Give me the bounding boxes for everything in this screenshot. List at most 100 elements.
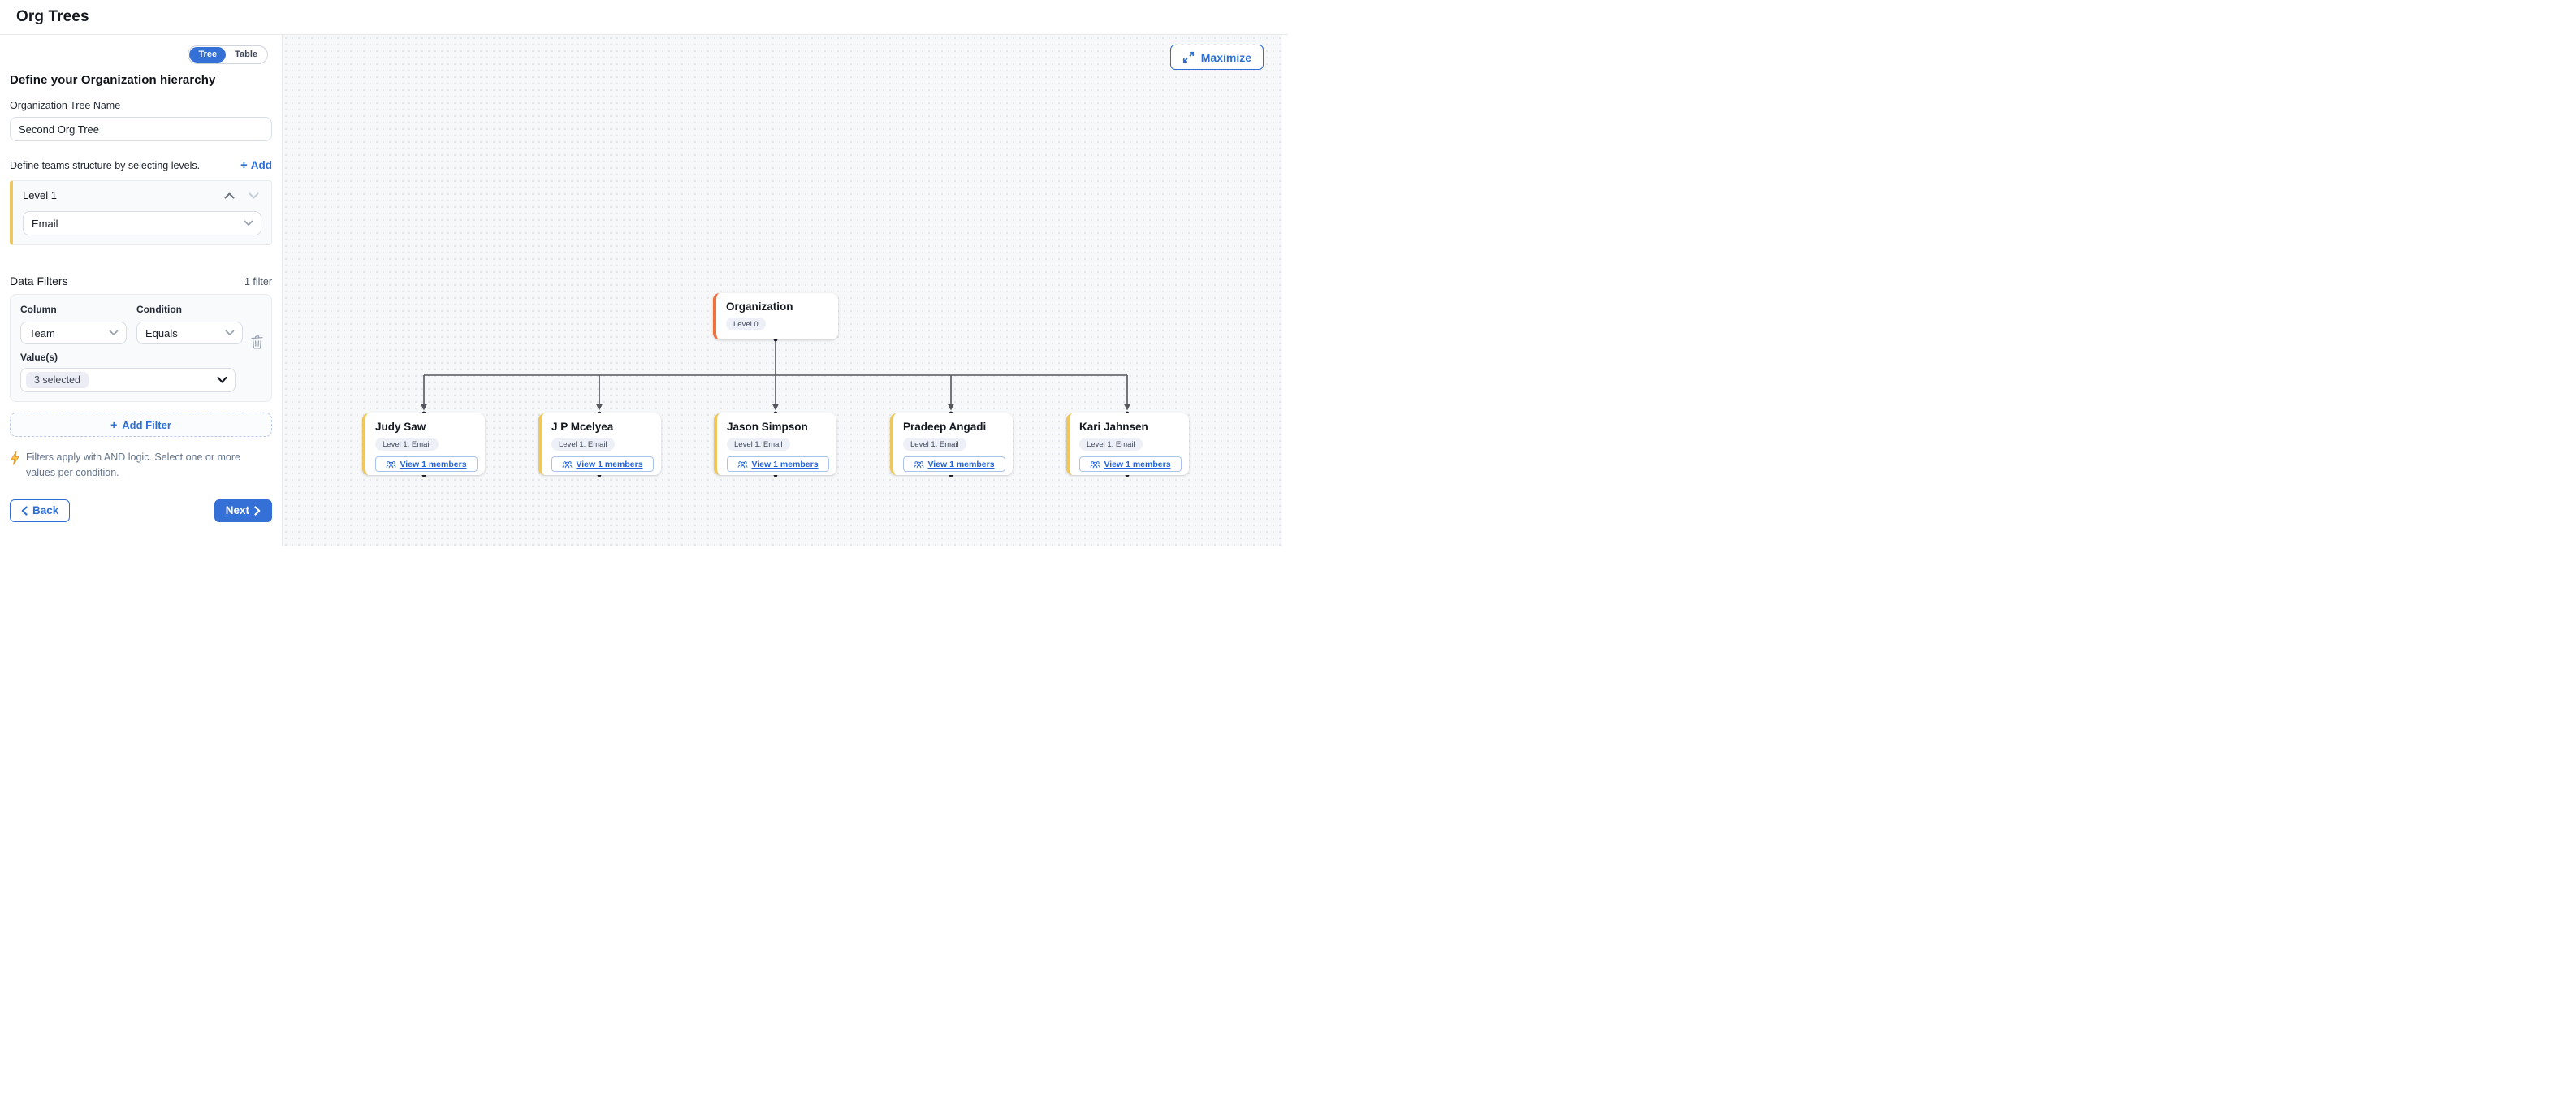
data-filters-header: Data Filters 1 filter <box>10 274 272 287</box>
node-title: Pradeep Angadi <box>903 421 1003 433</box>
expand-icon <box>1182 51 1195 63</box>
level-reorder-controls <box>224 192 261 199</box>
people-group-icon <box>562 460 573 469</box>
page-header: Org Trees <box>0 0 1288 35</box>
chevron-down-icon <box>217 377 227 384</box>
chevron-down-icon <box>225 330 235 336</box>
lightning-icon <box>10 451 20 465</box>
view-members-button[interactable]: View 1 members <box>551 456 654 472</box>
values-multiselect[interactable]: 3 selected <box>20 368 236 392</box>
move-level-down-button[interactable] <box>249 192 259 199</box>
add-level-button[interactable]: + Add <box>240 159 272 171</box>
next-label: Next <box>226 504 249 516</box>
levels-hint-row: Define teams structure by selecting leve… <box>10 159 272 171</box>
node-title: Kari Jahnsen <box>1079 421 1179 433</box>
view-members-label: View 1 members <box>927 460 994 469</box>
filter-card: Column Team Condition Equals <box>10 294 272 402</box>
level-column-value: Email <box>32 218 58 230</box>
org-node-jason-simpson[interactable]: Jason Simpson Level 1: Email View 1 memb… <box>714 413 836 475</box>
chevron-up-icon <box>224 192 235 199</box>
condition-label: Condition <box>136 304 182 315</box>
filter-fields-row: Column Team Condition Equals <box>20 302 261 344</box>
level-column-select[interactable]: Email <box>23 211 261 235</box>
content-area: Tree Table Define your Organization hier… <box>0 35 1288 546</box>
next-button[interactable]: Next <box>214 499 272 522</box>
node-title: Judy Saw <box>375 421 475 433</box>
condition-value: Equals <box>145 327 178 339</box>
org-trees-app: Org Trees Tree Table Define your Organiz… <box>0 0 1288 546</box>
filters-note-text: Filters apply with AND logic. Select one… <box>26 450 256 481</box>
column-select[interactable]: Team <box>20 322 127 344</box>
maximize-label: Maximize <box>1201 51 1251 64</box>
org-node-judy-saw[interactable]: Judy Saw Level 1: Email View 1 members <box>362 413 485 475</box>
plus-icon: + <box>110 418 117 431</box>
org-node-root[interactable]: Organization Level 0 <box>713 293 838 339</box>
column-label: Column <box>20 304 57 315</box>
view-members-label: View 1 members <box>576 460 642 469</box>
view-members-label: View 1 members <box>400 460 466 469</box>
chevron-left-icon <box>21 506 28 516</box>
chevron-down-icon <box>109 330 119 336</box>
node-title: J P Mcelyea <box>551 421 651 433</box>
tab-tree[interactable]: Tree <box>189 47 226 63</box>
level-card-header: Level 1 <box>23 189 261 201</box>
node-level-badge: Level 1: Email <box>727 438 790 451</box>
config-sidebar: Tree Table Define your Organization hier… <box>0 35 283 546</box>
node-level-badge: Level 1: Email <box>903 438 966 451</box>
selected-count-chip: 3 selected <box>26 372 89 388</box>
org-node-kari-jahnsen[interactable]: Kari Jahnsen Level 1: Email View 1 membe… <box>1066 413 1189 475</box>
view-members-button[interactable]: View 1 members <box>727 456 829 472</box>
filter-count-badge: 1 filter <box>244 276 272 287</box>
condition-select[interactable]: Equals <box>136 322 243 344</box>
tree-name-input[interactable] <box>10 117 272 141</box>
filters-note: Filters apply with AND logic. Select one… <box>10 450 272 481</box>
wizard-nav-row: Back Next <box>10 499 272 522</box>
people-group-icon <box>1090 460 1100 469</box>
trash-icon <box>251 335 263 349</box>
move-level-up-button[interactable] <box>224 192 235 199</box>
filter-condition-field: Condition Equals <box>136 302 243 344</box>
org-node-pradeep-angadi[interactable]: Pradeep Angadi Level 1: Email View 1 mem… <box>890 413 1013 475</box>
delete-filter-button[interactable] <box>251 335 263 349</box>
back-button[interactable]: Back <box>10 499 70 522</box>
view-members-button[interactable]: View 1 members <box>1079 456 1182 472</box>
level-label: Level 1 <box>23 189 57 201</box>
plus-icon: + <box>240 159 248 171</box>
section-heading: Define your Organization hierarchy <box>10 73 272 87</box>
data-filters-title: Data Filters <box>10 274 68 287</box>
level-card: Level 1 Email <box>10 180 272 245</box>
view-toggle-row: Tree Table <box>10 45 272 64</box>
org-node-jp-mcelyea[interactable]: J P Mcelyea Level 1: Email View 1 member… <box>538 413 661 475</box>
node-level-badge: Level 0 <box>726 318 766 330</box>
view-toggle: Tree Table <box>188 45 268 64</box>
node-level-badge: Level 1: Email <box>551 438 615 451</box>
tree-name-label: Organization Tree Name <box>10 100 272 111</box>
back-label: Back <box>32 504 58 516</box>
chevron-down-icon <box>244 220 253 227</box>
values-label: Value(s) <box>20 352 261 363</box>
people-group-icon <box>737 460 748 469</box>
view-members-label: View 1 members <box>751 460 818 469</box>
people-group-icon <box>914 460 924 469</box>
add-filter-button[interactable]: + Add Filter <box>10 413 272 437</box>
add-filter-label: Add Filter <box>122 419 171 431</box>
tab-table[interactable]: Table <box>226 47 266 63</box>
levels-hint: Define teams structure by selecting leve… <box>10 160 200 171</box>
view-members-button[interactable]: View 1 members <box>375 456 478 472</box>
filter-column-field: Column Team <box>20 302 127 344</box>
node-level-badge: Level 1: Email <box>1079 438 1143 451</box>
node-title: Jason Simpson <box>727 421 827 433</box>
chevron-right-icon <box>254 506 261 516</box>
column-value: Team <box>29 327 55 339</box>
chevron-down-icon <box>249 192 259 199</box>
people-group-icon <box>386 460 396 469</box>
view-members-label: View 1 members <box>1104 460 1170 469</box>
view-members-button[interactable]: View 1 members <box>903 456 1005 472</box>
scrollbar-track[interactable] <box>1282 35 1288 546</box>
node-title: Organization <box>726 300 828 313</box>
tree-canvas[interactable]: Maximize <box>283 35 1288 546</box>
maximize-button[interactable]: Maximize <box>1170 45 1264 70</box>
add-level-label: Add <box>251 159 272 171</box>
node-level-badge: Level 1: Email <box>375 438 439 451</box>
page-title: Org Trees <box>16 8 89 26</box>
